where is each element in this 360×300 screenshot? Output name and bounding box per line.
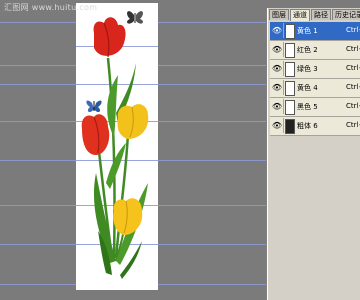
eye-icon[interactable]: 👁 xyxy=(271,23,284,38)
eye-icon[interactable]: 👁 xyxy=(271,118,284,133)
channel-thumbnail xyxy=(285,62,295,77)
document-canvas[interactable] xyxy=(76,3,158,290)
channel-thumbnail xyxy=(285,24,295,39)
tab-layers[interactable]: 图层 xyxy=(269,9,289,20)
channel-name: 黄色 1 xyxy=(297,27,318,35)
channel-row[interactable]: 👁 红色 2 Ctrl+2 xyxy=(270,41,360,60)
channel-shortcut: Ctrl+4 xyxy=(346,83,360,91)
tab-channels[interactable]: 通道 xyxy=(290,9,310,21)
channel-row[interactable]: 👁 黄色 1 Ctrl+1 xyxy=(270,22,360,41)
panel-tabs: 图层 通道 路径 历史记录 xyxy=(269,9,360,21)
eye-icon[interactable]: 👁 xyxy=(271,80,284,95)
watermark: 汇图网 www.huitu.com xyxy=(4,3,98,12)
butterfly-icon xyxy=(86,100,102,113)
channel-shortcut: Ctrl+3 xyxy=(346,64,360,72)
channel-name: 黄色 4 xyxy=(297,84,318,92)
channel-list: 👁 黄色 1 Ctrl+1 👁 红色 2 Ctrl+2 👁 绿色 3 Ctrl+… xyxy=(270,22,360,136)
channel-shortcut: Ctrl+1 xyxy=(346,26,360,34)
channel-row[interactable]: 👁 黄色 4 Ctrl+4 xyxy=(270,79,360,98)
tab-paths[interactable]: 路径 xyxy=(311,9,331,20)
channel-shortcut: Ctrl+2 xyxy=(346,45,360,53)
tulip-artwork xyxy=(81,11,149,279)
channel-thumbnail xyxy=(285,100,295,115)
channel-row[interactable]: 👁 粗体 6 Ctrl+6 xyxy=(270,117,360,136)
canvas-area[interactable] xyxy=(0,0,267,300)
channel-row[interactable]: 👁 绿色 3 Ctrl+3 xyxy=(270,60,360,79)
channel-name: 绿色 3 xyxy=(297,65,318,73)
eye-icon[interactable]: 👁 xyxy=(271,42,284,57)
channel-row[interactable]: 👁 黑色 5 Ctrl+5 xyxy=(270,98,360,117)
tab-history[interactable]: 历史记录 xyxy=(332,9,360,20)
channel-thumbnail xyxy=(285,43,295,58)
channel-shortcut: Ctrl+5 xyxy=(346,102,360,110)
channel-name: 粗体 6 xyxy=(297,122,318,130)
channel-name: 黑色 5 xyxy=(297,103,318,111)
channel-shortcut: Ctrl+6 xyxy=(346,121,360,129)
channel-name: 红色 2 xyxy=(297,46,318,54)
channels-panel: 图层 通道 路径 历史记录 👁 黄色 1 Ctrl+1 👁 红色 2 Ctrl+… xyxy=(267,8,360,300)
channel-thumbnail xyxy=(285,119,295,134)
eye-icon[interactable]: 👁 xyxy=(271,61,284,76)
butterfly-icon xyxy=(127,11,143,24)
channel-thumbnail xyxy=(285,81,295,96)
eye-icon[interactable]: 👁 xyxy=(271,99,284,114)
